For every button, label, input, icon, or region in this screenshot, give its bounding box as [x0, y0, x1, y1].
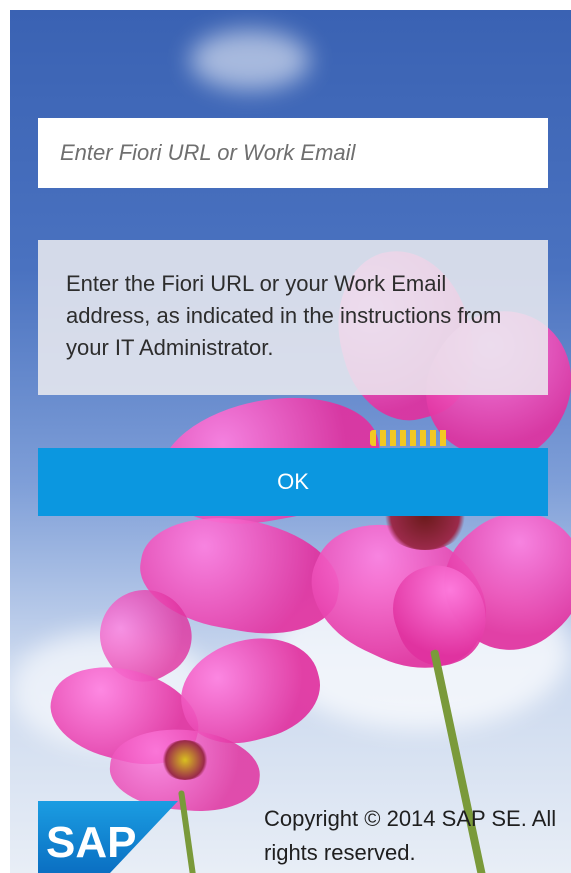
ok-button[interactable]: OK: [38, 448, 548, 516]
sap-logo: SAP: [38, 801, 178, 873]
app-screen: Enter the Fiori URL or your Work Email a…: [10, 10, 571, 873]
instruction-text: Enter the Fiori URL or your Work Email a…: [66, 271, 502, 360]
sap-logo-text: SAP: [46, 818, 136, 867]
fiori-url-input[interactable]: [38, 118, 548, 188]
copyright-text: Copyright © 2014 SAP SE. All rights rese…: [264, 806, 557, 865]
instruction-message: Enter the Fiori URL or your Work Email a…: [38, 240, 548, 395]
